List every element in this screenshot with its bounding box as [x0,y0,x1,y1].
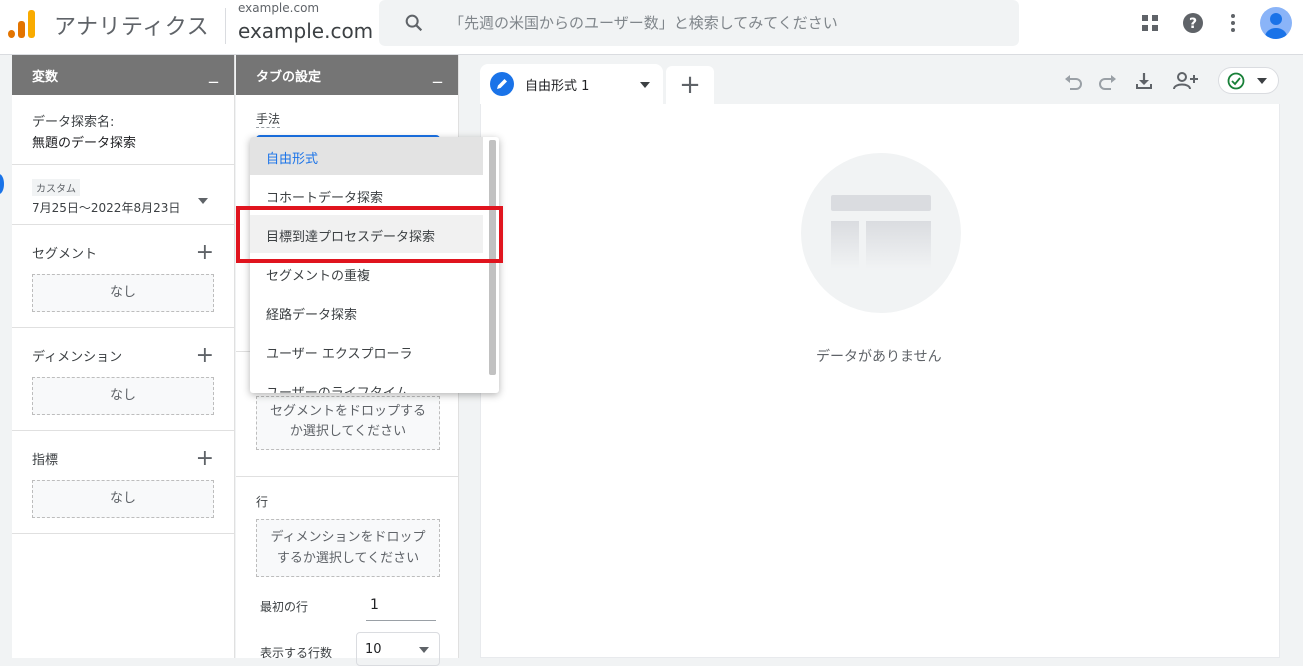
metrics-label: 指標 [32,453,59,468]
rows-label: 行 [256,495,269,509]
rows-shown-label: 表示する行数 [260,646,333,660]
search-placeholder: 「先週の米国からのユーザー数」と検索してみてください [449,14,838,32]
metrics-empty: なし [32,480,214,518]
download-icon[interactable] [1133,70,1155,92]
more-vert-icon[interactable] [1221,11,1245,35]
segment-comparison-drop[interactable]: セグメントをドロップするか選択してください [256,396,440,450]
date-range-text: 7月25日～2022年8月23日 [32,201,181,215]
menu-item-user-lifetime[interactable]: ユーザーのライフタイム [250,371,483,393]
segments-empty: なし [32,274,214,312]
annotation-highlight-box [236,206,503,263]
top-bar: アナリティクス example.com example.com 「先週の米国から… [0,0,1303,55]
dimensions-label: ディメンション [32,350,123,365]
menu-item-user-explorer[interactable]: ユーザー エクスプローラ [250,332,483,370]
rows-shown-select[interactable]: 10 [356,632,440,666]
tab-freeform-1[interactable]: 自由形式 1 [480,64,663,104]
share-user-icon[interactable] [1172,69,1200,93]
chevron-down-icon[interactable] [198,198,208,204]
add-metric-icon[interactable]: + [196,448,214,470]
edit-pencil-icon [490,72,514,96]
svg-text:?: ? [1189,16,1197,32]
metrics-section: 指標 + なし [12,431,234,534]
illustration-col-left [831,221,859,269]
variables-panel: 変数 _ データ探索名: 無題のデータ探索 カスタム 7月25日～2022年8月… [12,55,235,658]
illustration-col-right [866,221,931,269]
apps-grid-icon[interactable] [1138,11,1162,35]
variables-title: 変数 [32,70,59,85]
add-dimension-icon[interactable]: + [196,345,214,367]
variables-header: 変数 _ [12,55,234,95]
chevron-down-icon [419,647,429,653]
analytics-logo[interactable] [8,8,36,38]
header-divider [225,8,226,44]
illustration-bar [831,195,931,211]
exploration-name-section: データ探索名: 無題のデータ探索 [12,95,234,165]
property-name[interactable]: example.com [238,19,373,43]
first-row-label: 最初の行 [260,600,309,614]
check-circle-icon [1227,72,1245,90]
menu-item-freeform[interactable]: 自由形式 [250,137,483,175]
technique-dropdown-menu: 自由形式 コホートデータ探索 目標到達プロセスデータ探索 セグメントの重複 経路… [250,137,499,393]
undo-icon[interactable] [1062,71,1084,93]
technique-label: 手法 [256,112,281,128]
tab-label: 自由形式 1 [525,79,590,94]
dimensions-empty: なし [32,377,214,415]
segments-section: セグメント + なし [12,225,234,328]
tab-menu-chevron-icon[interactable] [640,82,650,88]
chevron-down-icon [1257,78,1267,84]
date-range-section[interactable]: カスタム 7月25日～2022年8月23日 [12,165,234,225]
exploration-name-label: データ探索名: [32,115,115,130]
section-divider-2 [236,476,459,477]
menu-item-path[interactable]: 経路データ探索 [250,293,483,331]
tab-settings-header: タブの設定 _ [236,55,458,95]
tab-settings-title: タブの設定 [256,70,322,85]
search-box[interactable]: 「先週の米国からのユーザー数」と検索してみてください [379,0,1019,46]
add-segment-icon[interactable]: + [196,242,214,264]
edge-indicator [0,174,4,194]
first-row-input[interactable]: 1 [366,595,436,621]
user-avatar[interactable] [1260,7,1292,39]
rows-shown-value: 10 [365,642,382,657]
add-tab-button[interactable]: + [666,66,714,104]
redo-icon[interactable] [1097,71,1119,93]
rows-drop[interactable]: ディメンションをドロップするか選択してください [256,519,440,577]
collapse-tab-settings-button[interactable]: _ [433,63,442,84]
exploration-name-input[interactable]: 無題のデータ探索 [32,132,214,151]
app-title: アナリティクス [54,15,210,40]
collapse-variables-button[interactable]: _ [209,63,218,84]
help-icon[interactable]: ? [1181,11,1205,35]
search-icon [405,14,423,32]
account-name-small[interactable]: example.com [238,1,319,15]
empty-state-illustration [801,153,961,313]
dimensions-section: ディメンション + なし [12,328,234,431]
status-menu-button[interactable] [1218,67,1279,94]
segments-label: セグメント [32,247,98,262]
empty-state-message: データがありません [816,349,942,365]
date-custom-badge: カスタム [32,179,80,196]
